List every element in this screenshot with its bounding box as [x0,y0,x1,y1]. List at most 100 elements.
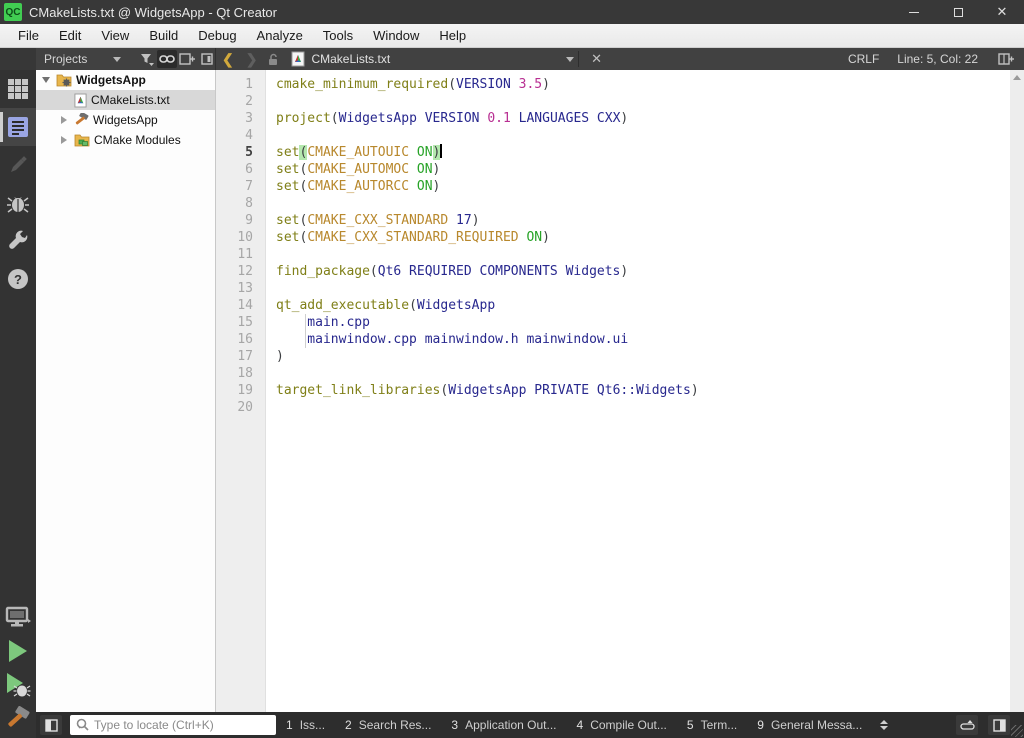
line-number[interactable]: 7 [216,178,253,195]
line-number[interactable]: 4 [216,127,253,144]
split-pane-button[interactable] [177,50,197,68]
menu-window[interactable]: Window [363,24,429,48]
menu-file[interactable]: File [8,24,49,48]
vertical-scrollbar[interactable] [1010,70,1024,712]
toggle-left-sidebar-button[interactable] [40,715,62,735]
line-number[interactable]: 18 [216,365,253,382]
code-line[interactable]: find_package(Qt6 REQUIRED COMPONENTS Wid… [276,263,1010,280]
close-pane-button[interactable] [197,50,217,68]
expander-expanded-icon[interactable] [40,77,52,83]
code-line[interactable] [276,399,1010,416]
line-number[interactable]: 10 [216,229,253,246]
menu-analyze[interactable]: Analyze [247,24,313,48]
line-number[interactable]: 16 [216,331,253,348]
line-number[interactable]: 6 [216,161,253,178]
bug-icon [7,197,29,213]
line-number[interactable]: 3 [216,110,253,127]
tree-row-project-root[interactable]: WidgetsApp [36,70,215,90]
menu-tools[interactable]: Tools [313,24,363,48]
output-pane-search-results[interactable]: 2 Search Res... [335,712,441,738]
expander-collapsed-icon[interactable] [58,116,70,124]
maximize-button[interactable] [936,0,980,24]
output-pane-general-messages[interactable]: 9 General Messa... [747,712,872,738]
mode-help[interactable]: ? [0,260,36,298]
menu-build[interactable]: Build [139,24,188,48]
line-number[interactable]: 9 [216,212,253,229]
run-button[interactable] [6,638,30,664]
mode-projects[interactable] [0,222,36,260]
split-editor-button[interactable] [996,50,1016,68]
line-number[interactable]: 5 [216,144,253,161]
kit-selector-button[interactable] [5,606,31,630]
line-number[interactable]: 20 [216,399,253,416]
menu-edit[interactable]: Edit [49,24,91,48]
code-line[interactable]: ) [276,348,1010,365]
code-line[interactable] [276,93,1010,110]
code-lines[interactable]: cmake_minimum_required(VERSION 3.5) proje… [266,70,1010,712]
code-line[interactable]: set(CMAKE_CXX_STANDARD 17) [276,212,1010,229]
line-number[interactable]: 8 [216,195,253,212]
code-line[interactable] [276,246,1010,263]
line-number[interactable]: 11 [216,246,253,263]
line-number[interactable]: 19 [216,382,253,399]
output-pane-application-output[interactable]: 3 Application Out... [441,712,566,738]
mode-debug[interactable] [0,184,36,222]
line-number[interactable]: 14 [216,297,253,314]
tree-row-target-widgetsapp[interactable]: WidgetsApp [36,110,215,130]
code-line[interactable]: set(CMAKE_AUTOUIC ON) [276,144,1010,161]
sync-with-editor-button[interactable] [157,50,178,68]
code-line[interactable] [276,365,1010,382]
code-line[interactable] [276,127,1010,144]
output-pane-selector-button[interactable] [880,720,889,730]
wrench-icon [9,230,28,249]
resize-grip[interactable] [1011,725,1023,737]
close-document-button[interactable]: ✕ [583,51,610,67]
line-number[interactable]: 13 [216,280,253,297]
mode-welcome[interactable] [0,70,36,108]
file-lock-button[interactable] [263,50,283,68]
line-number[interactable]: 17 [216,348,253,365]
toggle-right-sidebar-button[interactable] [988,715,1010,735]
close-button[interactable]: ✕ [980,0,1024,24]
code-line[interactable]: set(CMAKE_AUTOMOC ON) [276,161,1010,178]
line-number[interactable]: 1 [216,76,253,93]
filter-tree-button[interactable] [137,50,157,68]
minimize-button[interactable] [892,0,936,24]
mode-edit[interactable] [0,108,36,146]
code-line[interactable]: main.cpp [276,314,1010,331]
tree-row-cmakelists[interactable]: CMakeLists.txt [36,90,215,110]
code-line[interactable]: cmake_minimum_required(VERSION 3.5) [276,76,1010,93]
go-back-button[interactable]: ❮ [216,51,240,68]
debug-run-button[interactable] [5,672,31,698]
locator-input[interactable] [94,718,254,732]
menu-debug[interactable]: Debug [188,24,246,48]
line-number[interactable]: 15 [216,314,253,331]
toggle-progress-details-button[interactable] [956,715,978,735]
menu-help[interactable]: Help [429,24,476,48]
code-line[interactable] [276,280,1010,297]
open-document-dropdown[interactable]: CMakeLists.txt [291,51,575,67]
line-ending-indicator[interactable]: CRLF [848,52,879,66]
chevron-down-icon [880,726,889,730]
go-forward-button[interactable]: ❯ [240,51,264,68]
menu-view[interactable]: View [91,24,139,48]
code-line[interactable]: project(WidgetsApp VERSION 0.1 LANGUAGES… [276,110,1010,127]
code-line[interactable] [276,195,1010,212]
code-line[interactable]: set(CMAKE_AUTORCC ON) [276,178,1010,195]
expander-collapsed-icon[interactable] [58,136,70,144]
line-number[interactable]: 2 [216,93,253,110]
pane-selector-dropdown[interactable]: Projects [36,52,129,66]
output-pane-terminal[interactable]: 5 Term... [677,712,747,738]
output-pane-issues[interactable]: 1 Iss... [276,712,335,738]
line-number[interactable]: 12 [216,263,253,280]
output-pane-compile-output[interactable]: 4 Compile Out... [567,712,677,738]
build-button[interactable] [4,706,32,734]
tree-row-cmake-modules[interactable]: CMake Modules [36,130,215,150]
code-line[interactable]: target_link_libraries(WidgetsApp PRIVATE… [276,382,1010,399]
mode-design[interactable] [0,146,36,184]
locator[interactable] [70,715,276,735]
code-line[interactable]: set(CMAKE_CXX_STANDARD_REQUIRED ON) [276,229,1010,246]
code-editor[interactable]: 1 2 3 4 5 6 7 8 9 10 11 12 13 14 15 16 17 18 19 20 cmake_mi… [216,70,1024,712]
code-line[interactable]: mainwindow.cpp mainwindow.h mainwindow.u… [276,331,1010,348]
code-line[interactable]: qt_add_executable(WidgetsApp [276,297,1010,314]
